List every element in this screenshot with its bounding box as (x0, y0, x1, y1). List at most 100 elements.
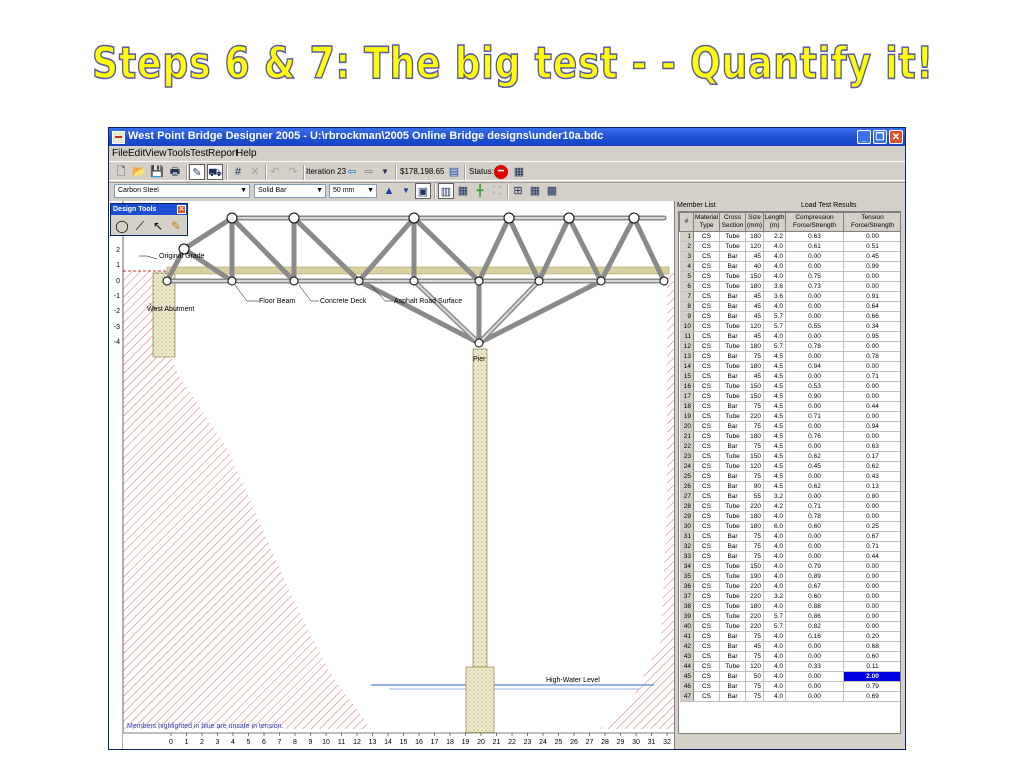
col-cross-section[interactable]: Cross Section (719, 212, 746, 232)
arrow-right-icon[interactable]: ⇨ (361, 164, 377, 180)
table-row[interactable]: 22 CS Bar 75 4.5 0.00 0.63 (679, 441, 900, 452)
table-row[interactable]: 28 CS Tube 220 4.2 0.71 0.00 (679, 501, 900, 512)
arrow-left-icon[interactable]: ⇦ (344, 164, 360, 180)
table-row[interactable]: 24 CS Tube 120 4.5 0.45 0.62 (679, 461, 900, 472)
table-row[interactable]: 9 CS Bar 45 5.7 0.00 0.66 (679, 311, 900, 322)
minimize-button[interactable]: _ (857, 130, 871, 144)
cross-section-select[interactable]: Solid Bar ▼ (254, 184, 326, 198)
drawing-board-icon[interactable]: ✎ (189, 164, 205, 180)
table-row[interactable]: 13 CS Bar 75 4.5 0.00 0.78 (679, 351, 900, 362)
col-material-type[interactable]: Material Type (693, 212, 720, 232)
save-disk-icon[interactable]: 💾 (149, 164, 165, 180)
delete-icon[interactable]: ✕ (247, 164, 263, 180)
col-compression[interactable]: Compression Force/Strength (785, 212, 844, 232)
table-row[interactable]: 46 CS Bar 75 4.0 0.00 0.79 (679, 681, 900, 692)
table-row[interactable]: 40 CS Tube 220 5.7 0.82 0.00 (679, 621, 900, 632)
table-row[interactable]: 3 CS Bar 45 4.0 0.00 0.45 (679, 251, 900, 262)
redo-icon[interactable]: ↷ (285, 164, 301, 180)
table-row[interactable]: 45 CS Bar 50 4.0 0.00 2.00 (679, 671, 900, 682)
undo-icon[interactable]: ↶ (267, 164, 283, 180)
table-row[interactable]: 34 CS Tube 150 4.0 0.79 0.00 (679, 561, 900, 572)
table-row[interactable]: 6 CS Tube 180 3.6 0.73 0.00 (679, 281, 900, 292)
template-icon[interactable]: ⛶ (489, 183, 505, 199)
table-row[interactable]: 4 CS Bar 40 4.0 0.00 0.99 (679, 261, 900, 272)
load-test-icon[interactable]: ⛟ (207, 164, 223, 180)
close-icon[interactable]: ✕ (177, 205, 186, 214)
table-row[interactable]: 14 CS Tube 180 4.5 0.94 0.00 (679, 361, 900, 372)
rulers-icon[interactable]: ╋ (472, 183, 488, 199)
maximize-button[interactable]: ❐ (873, 130, 887, 144)
table-row[interactable]: 33 CS Bar 75 4.0 0.00 0.44 (679, 551, 900, 562)
table-row[interactable]: 15 CS Bar 45 4.5 0.00 0.71 (679, 371, 900, 382)
member-table-icon[interactable]: ▦ (511, 164, 527, 180)
table-row[interactable]: 36 CS Tube 220 4.0 0.67 0.00 (679, 581, 900, 592)
menu-edit[interactable]: Edit (128, 148, 145, 159)
table-row[interactable]: 18 CS Bar 75 4.5 0.00 0.44 (679, 401, 900, 412)
table-row[interactable]: 17 CS Tube 150 4.5 0.90 0.00 (679, 391, 900, 402)
size-select[interactable]: 50 mm ▼ (329, 184, 377, 198)
title-bar[interactable]: West Point Bridge Designer 2005 - U:\rbr… (109, 128, 905, 146)
table-row[interactable]: 23 CS Tube 150 4.5 0.62 0.17 (679, 451, 900, 462)
table-row[interactable]: 25 CS Bar 75 4.5 0.00 0.43 (679, 471, 900, 482)
calculator-icon[interactable]: ▤ (446, 164, 462, 180)
col-size[interactable]: Size (mm) (745, 212, 764, 232)
col-length[interactable]: Length (m) (763, 212, 786, 232)
select-tool-icon[interactable]: ↖ (150, 218, 166, 234)
table-row[interactable]: 27 CS Bar 55 3.2 0.00 0.80 (679, 491, 900, 502)
member-table[interactable]: # Material Type Cross Section Size (mm) … (678, 211, 901, 734)
menu-help[interactable]: Help (236, 148, 257, 159)
table-row[interactable]: 11 CS Bar 45 4.0 0.00 0.95 (679, 331, 900, 342)
table-row[interactable]: 10 CS Tube 120 5.7 0.55 0.34 (679, 321, 900, 332)
table-row[interactable]: 37 CS Tube 220 3.2 0.60 0.00 (679, 591, 900, 602)
new-file-icon[interactable]: 🗋 (113, 164, 129, 180)
open-folder-icon[interactable]: 📂 (131, 164, 147, 180)
joint-tool-icon[interactable]: ◯ (114, 218, 130, 234)
table-row[interactable]: 12 CS Tube 180 5.7 0.78 0.00 (679, 341, 900, 352)
eraser-tool-icon[interactable]: ✎ (168, 218, 184, 234)
table-row[interactable]: 32 CS Bar 75 4.0 0.00 0.71 (679, 541, 900, 552)
design-tools-palette[interactable]: Design Tools ✕ ◯ ⟋ ↖ ✎ (110, 203, 188, 236)
increase-size-icon[interactable]: ▲ (381, 183, 397, 199)
decrease-size-icon[interactable]: ▼ (398, 183, 414, 199)
drawing-canvas[interactable]: Original Grade Floor Beam Concrete Deck … (109, 201, 675, 749)
table-row[interactable]: 1 CS Tube 180 2.2 0.63 0.00 (679, 231, 900, 242)
table-row[interactable]: 2 CS Tube 120 4.0 0.61 0.51 (679, 241, 900, 252)
iteration-dropdown-icon[interactable]: ▼ (377, 164, 393, 180)
table-row[interactable]: 38 CS Tube 180 4.0 0.88 0.00 (679, 601, 900, 612)
menu-view[interactable]: View (145, 148, 167, 159)
table-row[interactable]: 21 CS Tube 180 4.5 0.76 0.00 (679, 431, 900, 442)
menu-file[interactable]: File (112, 148, 128, 159)
table-row[interactable]: 39 CS Tube 220 5.7 0.86 0.00 (679, 611, 900, 622)
coarse-grid-icon[interactable]: ⊞ (510, 183, 526, 199)
table-row[interactable]: 19 CS Tube 220 4.5 0.71 0.00 (679, 411, 900, 422)
table-row[interactable]: 7 CS Bar 45 3.6 0.00 0.91 (679, 291, 900, 302)
table-row[interactable]: 44 CS Tube 120 4.0 0.33 0.11 (679, 661, 900, 672)
close-button[interactable]: ✕ (889, 130, 903, 144)
printer-icon[interactable]: 🖶 (167, 164, 183, 180)
menu-test[interactable]: Test (190, 148, 208, 159)
table-row[interactable]: 47 CS Bar 75 4.0 0.00 0.69 (679, 691, 900, 702)
member-properties-icon[interactable]: ▣ (415, 183, 431, 199)
table-row[interactable]: 31 CS Bar 75 4.0 0.00 0.67 (679, 531, 900, 542)
table-row[interactable]: 43 CS Bar 75 4.0 0.00 0.60 (679, 651, 900, 662)
table-row[interactable]: 42 CS Bar 45 4.0 0.00 0.68 (679, 641, 900, 652)
table-row[interactable]: 26 CS Bar 90 4.5 0.62 0.13 (679, 481, 900, 492)
grid-icon[interactable]: ▦ (455, 183, 471, 199)
table-row[interactable]: 8 CS Bar 45 4.0 0.00 0.64 (679, 301, 900, 312)
table-row[interactable]: 29 CS Tube 180 4.0 0.78 0.00 (679, 511, 900, 522)
menu-report[interactable]: Report (208, 148, 238, 159)
member-list-icon[interactable]: ▥ (438, 183, 454, 199)
table-row[interactable]: 16 CS Tube 150 4.5 0.53 0.00 (679, 381, 900, 392)
col-number[interactable]: # (679, 212, 694, 232)
fine-grid-icon[interactable]: ▩ (544, 183, 560, 199)
material-select[interactable]: Carbon Steel ▼ (114, 184, 250, 198)
renumber-icon[interactable]: # (230, 164, 246, 180)
medium-grid-icon[interactable]: ▦ (527, 183, 543, 199)
menu-tools[interactable]: Tools (167, 148, 190, 159)
status-fail-icon[interactable]: ━ (494, 165, 508, 179)
col-tension[interactable]: Tension Force/Strength (843, 212, 900, 232)
table-row[interactable]: 5 CS Tube 150 4.0 0.75 0.00 (679, 271, 900, 282)
table-row[interactable]: 41 CS Bar 75 4.0 0.16 0.20 (679, 631, 900, 642)
table-row[interactable]: 20 CS Bar 75 4.5 0.00 0.94 (679, 421, 900, 432)
table-row[interactable]: 35 CS Tube 190 4.0 0.89 0.00 (679, 571, 900, 582)
